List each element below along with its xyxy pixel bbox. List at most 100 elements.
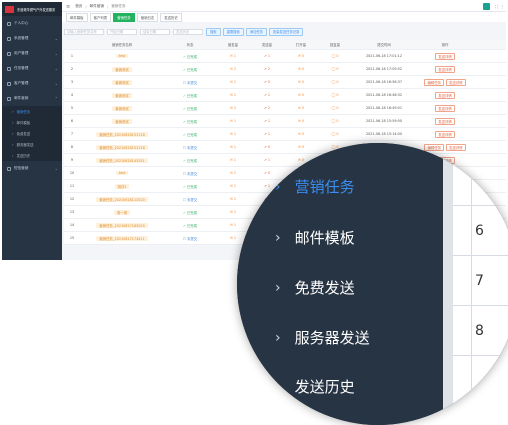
row-number: 1 <box>70 54 74 58</box>
row-action-button[interactable]: 发送详情 <box>435 65 455 73</box>
row-action-button[interactable]: 发送详情 <box>435 104 455 112</box>
tab-marketing-tasks[interactable]: 营销任务 <box>113 12 135 22</box>
search-button[interactable]: 搜索 <box>206 27 221 36</box>
submit-time-cell: 2021-06-18 16:56:37 <box>365 80 402 84</box>
task-name-cell: 营销测试 <box>80 79 164 85</box>
sidebar-item-customers[interactable]: 客户管理 ⌄ <box>2 76 62 91</box>
add-task-button[interactable]: 添加任务 <box>245 27 267 36</box>
sidebar-subitem-marketing-tasks[interactable]: › 营销任务 <box>2 106 62 117</box>
sidebar-item-email-marketing[interactable]: 邮件营销 ⌃ <box>2 91 62 106</box>
start-date-input[interactable]: 开始日期 <box>107 28 137 35</box>
open-cell: ✉ 0 <box>284 80 318 84</box>
status-label: 已完成 <box>186 119 198 124</box>
tab-marketing-log[interactable]: 营销日志 <box>136 12 159 22</box>
task-name-tag: 测试1 <box>114 183 130 189</box>
user-icon <box>7 21 11 26</box>
magnified-item-server-send[interactable]: › 服务器发送 <box>275 327 370 348</box>
row-number: 8 <box>70 145 74 149</box>
actions-cell: 发送详情 <box>416 91 474 99</box>
task-name-tag: 营销测试 <box>112 105 132 111</box>
task-name-input[interactable]: 请输入营销任务名称 <box>64 28 104 35</box>
avatar[interactable] <box>483 3 490 10</box>
sidebar-subitem-free-send[interactable]: › 免费发送 <box>2 128 62 139</box>
magnified-scrollbar <box>443 143 453 425</box>
row-number: 3 <box>70 80 74 84</box>
open-value: 0 <box>301 80 305 84</box>
breadcrumb-separator: / <box>85 4 87 9</box>
sidebar-subitem-history[interactable]: › 发送历史 <box>2 150 62 161</box>
sidebar-item-label: 系统管理 <box>14 36 29 40</box>
sidebar-item-users[interactable]: 用户管理 ⌄ <box>2 46 62 61</box>
row-action-button[interactable]: 发送详情 <box>435 52 455 60</box>
more-icon[interactable]: ⋮ <box>500 4 504 9</box>
row-action-button[interactable]: 发送详情 <box>446 78 466 86</box>
sidebar-item-label: 邮件营销 <box>14 96 29 100</box>
task-name-tag: 营销测试 <box>112 92 132 98</box>
reset-button[interactable]: 重置搜索 <box>222 27 244 36</box>
chevron-down-icon: ⌄ <box>54 36 58 41</box>
table-row: 4 营销测试 ✓ 已完成 ✉ 1 ➚ 1 ✉ 0 ◯ 0 2021-06-18 16:46:3… <box>64 89 506 102</box>
breadcrumb-section[interactable]: 邮件营销 <box>90 4 104 9</box>
mail-icon <box>7 96 11 101</box>
task-name-tag: 营销任务_20210618143251 <box>96 157 148 163</box>
sidebar-item-profile[interactable]: 个人中心 <box>2 16 62 31</box>
table-row: 2 营销测试 ✓ 已完成 ✉ 2 ➚ 2 ✉ 0 ◯ 0 2021-06-18 17:09:5… <box>64 63 506 76</box>
end-date-input[interactable]: 结束日期 <box>140 28 170 35</box>
status-cell: ✓ 已完成 <box>164 184 216 189</box>
open-value: 0 <box>301 106 305 110</box>
status-label: 未提交 <box>186 197 198 202</box>
status-label: 未提交 <box>186 80 198 85</box>
tab-templates[interactable]: 邮件模板 <box>66 12 88 22</box>
menu-toggle-icon[interactable]: ≡ <box>66 4 70 10</box>
magnified-sidebar: › 营销任务 › 邮件模板 › 免费发送 › 服务器发送 › 发送历史 <box>237 143 443 425</box>
reply-value: 0 <box>336 67 339 71</box>
send-cell: ➚ 1 <box>250 93 284 97</box>
header: ≡ 首页 / 邮件营销 / 营销任务 ⛶ ⋮ <box>62 2 506 12</box>
chevron-right-icon: › <box>12 120 14 125</box>
magnified-item-marketing-tasks[interactable]: › 营销任务 <box>275 176 355 197</box>
sent-value: 1 <box>233 132 237 136</box>
status-cell: ☐ 未提交 <box>164 145 216 150</box>
sidebar-subitem-templates[interactable]: › 邮件模板 <box>2 117 62 128</box>
magnified-item-free-send[interactable]: › 免费发送 <box>275 277 355 298</box>
send-value: 1 <box>267 119 271 123</box>
sidebar-subitem-label: 免费发送 <box>16 132 31 136</box>
sidebar-subitem-label: 邮件模板 <box>16 121 31 125</box>
magnified-item-templates[interactable]: › 邮件模板 <box>275 227 355 248</box>
fullscreen-icon[interactable]: ⛶ <box>495 4 498 9</box>
open-value: 0 <box>301 54 305 58</box>
task-name-cell: test <box>80 171 164 175</box>
row-action-button[interactable]: 编辑任务 <box>424 78 444 86</box>
tab-customers[interactable]: 客户列表 <box>89 12 112 22</box>
row-action-button[interactable]: 发送详情 <box>435 117 455 125</box>
magnified-item-history[interactable]: › 发送历史 <box>275 376 355 397</box>
sidebar-item-tasks[interactable]: 任务管理 ⌄ <box>2 61 62 76</box>
breadcrumb-home[interactable]: 首页 <box>75 4 82 9</box>
task-name-tag: 营销任务_20210618151118 <box>96 131 148 137</box>
status-label: 已完成 <box>186 223 198 228</box>
sidebar-item-system[interactable]: 系统管理 ⌄ <box>2 31 62 46</box>
reply-cell: ◯ 0 <box>318 67 352 71</box>
sidebar-item-label: 个人中心 <box>14 21 29 25</box>
sent-value: 1 <box>233 210 237 214</box>
actions-cell: 发送详情 <box>416 104 474 112</box>
magnified-cell-value: 7 <box>475 273 484 289</box>
row-action-button[interactable]: 发送详情 <box>435 91 455 99</box>
status-select[interactable]: 发送状态 <box>173 28 203 35</box>
sidebar-subitem-label: 服务器发送 <box>16 143 34 147</box>
task-name-cell: 营销任务_20210618143251 <box>80 157 164 163</box>
tab-send-history[interactable]: 发送历史 <box>160 12 182 22</box>
row-number: 10 <box>69 171 75 175</box>
reply-cell: ◯ 0 <box>318 132 352 136</box>
status-cell: ☐ 未提交 <box>164 80 216 85</box>
magnified-cell <box>453 355 508 406</box>
task-name-tag: 营销测试 <box>112 118 132 124</box>
table-row: 1 test ✓ 已完成 ✉ 1 ➚ 1 ✉ 0 ◯ 0 2021-06-18 17:01:1… <box>64 50 506 63</box>
send-value: 2 <box>267 67 271 71</box>
sidebar-subitem-server-send[interactable]: › 服务器发送 <box>2 139 62 150</box>
export-button[interactable]: 批量发送任务记录 <box>268 27 304 36</box>
magnified-item-label: 服务器发送 <box>294 329 370 347</box>
sidebar-item-sms-marketing[interactable]: 短信营销 ⌄ <box>2 161 62 176</box>
row-action-button[interactable]: 发送详情 <box>435 130 455 138</box>
reply-cell: ◯ 0 <box>318 119 352 123</box>
